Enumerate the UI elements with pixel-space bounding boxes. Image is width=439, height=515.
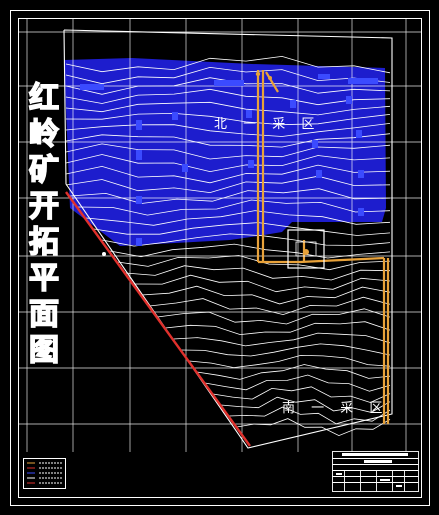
legend: [23, 458, 66, 489]
title-char: 岭: [29, 117, 59, 152]
title-char: 平: [29, 261, 59, 296]
zone-label-north: 北 一 采 区: [214, 117, 320, 132]
drawing-title: 红岭矿开拓平面图: [28, 80, 60, 369]
title-char: 拓: [29, 225, 59, 260]
mine-plan-drawing: 北 一 采 区 南 一 采 区 红岭矿开拓平面图: [10, 10, 430, 506]
zone-label-south: 南 一 采 区: [282, 400, 388, 416]
title-char: 矿: [29, 153, 59, 188]
title-block: [332, 451, 419, 492]
title-char: 图: [29, 333, 59, 368]
title-char: 面: [29, 297, 59, 332]
title-char: 红: [29, 81, 59, 116]
title-char: 开: [29, 189, 59, 224]
